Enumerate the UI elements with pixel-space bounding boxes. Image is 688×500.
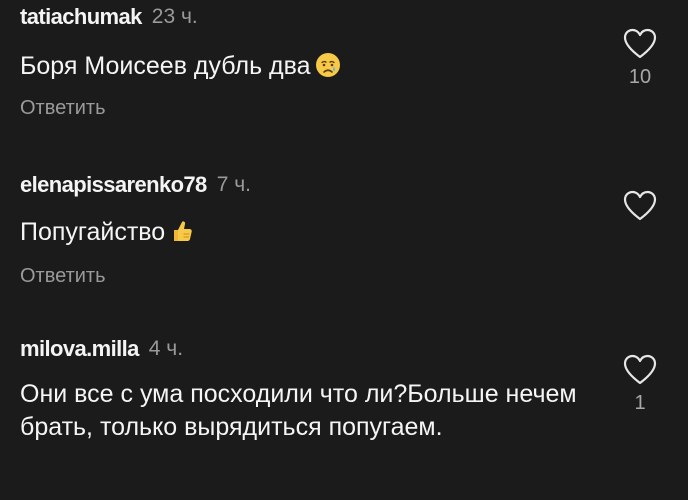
like-block: 1: [612, 354, 668, 415]
like-block: 10: [612, 28, 668, 89]
comment-meta: elenapissarenko78 7 ч.: [20, 170, 668, 200]
like-count: 10: [628, 66, 652, 88]
comment-1: tatiachumak 23 ч. Боря Моисеев дубль два…: [20, 2, 668, 120]
thumbs-up-icon: [174, 221, 192, 241]
comment-text-content: Попугайство: [20, 218, 166, 246]
heart-icon[interactable]: [623, 28, 657, 60]
comment-text: Попугайство: [20, 216, 580, 249]
reply-button[interactable]: Ответить: [20, 265, 106, 288]
comment-username[interactable]: elenapissarenko78: [20, 172, 207, 198]
comment-2: elenapissarenko78 7 ч. Попугайство Ответ…: [20, 170, 668, 288]
comment-text: Они все с ума посходили что ли?Больше не…: [20, 378, 580, 444]
comment-username[interactable]: milova.milla: [20, 336, 139, 362]
heart-icon[interactable]: [623, 354, 657, 386]
comment-meta: milova.milla 4 ч.: [20, 334, 668, 364]
heart-icon[interactable]: [623, 190, 657, 222]
comment-text: Боря Моисеев дубль два: [20, 50, 580, 83]
comment-timestamp: 23 ч.: [151, 5, 198, 28]
reply-button[interactable]: Ответить: [20, 97, 106, 120]
comment-3: milova.milla 4 ч. Они все с ума посходил…: [20, 334, 668, 444]
like-count: 1: [634, 392, 646, 414]
comment-text-content: Боря Моисеев дубль два: [20, 52, 311, 80]
comment-text-content: Они все с ума посходили что ли?Больше не…: [20, 380, 577, 441]
crying-face-icon: [315, 53, 340, 77]
comment-meta: tatiachumak 23 ч.: [20, 2, 668, 32]
comment-timestamp: 7 ч.: [216, 173, 251, 196]
like-block: [612, 190, 668, 228]
comment-timestamp: 4 ч.: [148, 337, 184, 360]
comment-username[interactable]: tatiachumak: [20, 4, 142, 30]
